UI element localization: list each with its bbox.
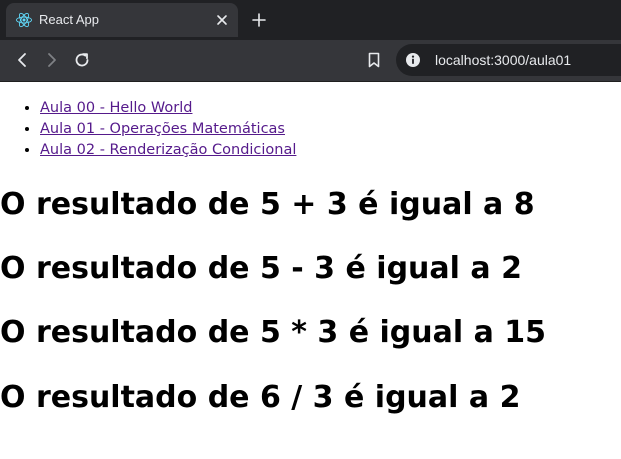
list-item: Aula 01 - Operações Matemáticas [40, 119, 296, 140]
lesson-link-aula-00[interactable]: Aula 00 - Hello World [40, 100, 192, 116]
lesson-link-aula-01[interactable]: Aula 01 - Operações Matemáticas [40, 121, 285, 137]
forward-arrow-icon[interactable] [42, 50, 62, 70]
result-heading-sum: O resultado de 5 + 3 é igual a 8 [0, 187, 535, 222]
result-heading-subtraction: O resultado de 5 - 3 é igual a 2 [0, 251, 522, 286]
browser-tab[interactable]: React App [6, 3, 238, 37]
result-heading-multiplication: O resultado de 5 * 3 é igual a 15 [0, 315, 547, 350]
browser-tabstrip: React App [0, 0, 621, 40]
list-item: Aula 00 - Hello World [40, 98, 296, 119]
tab-title: React App [39, 12, 99, 27]
reload-icon[interactable] [72, 50, 92, 70]
url-text[interactable]: localhost:3000/aula01 [435, 52, 571, 68]
lesson-link-aula-02[interactable]: Aula 02 - Renderização Condicional [40, 142, 296, 158]
list-item: Aula 02 - Renderização Condicional [40, 140, 296, 161]
react-logo-icon [16, 12, 32, 28]
browser-toolbar: localhost:3000/aula01 [0, 40, 621, 82]
back-arrow-icon[interactable] [12, 50, 32, 70]
close-icon[interactable] [215, 13, 229, 27]
page-content: Aula 00 - Hello World Aula 01 - Operaçõe… [0, 82, 621, 459]
site-info-icon[interactable] [405, 52, 421, 68]
new-tab-plus-icon[interactable] [250, 11, 268, 29]
lesson-nav-list: Aula 00 - Hello World Aula 01 - Operaçõe… [0, 98, 296, 161]
bookmark-icon[interactable] [364, 50, 384, 70]
address-bar[interactable]: localhost:3000/aula01 [396, 44, 621, 76]
result-heading-division: O resultado de 6 / 3 é igual a 2 [0, 380, 521, 415]
